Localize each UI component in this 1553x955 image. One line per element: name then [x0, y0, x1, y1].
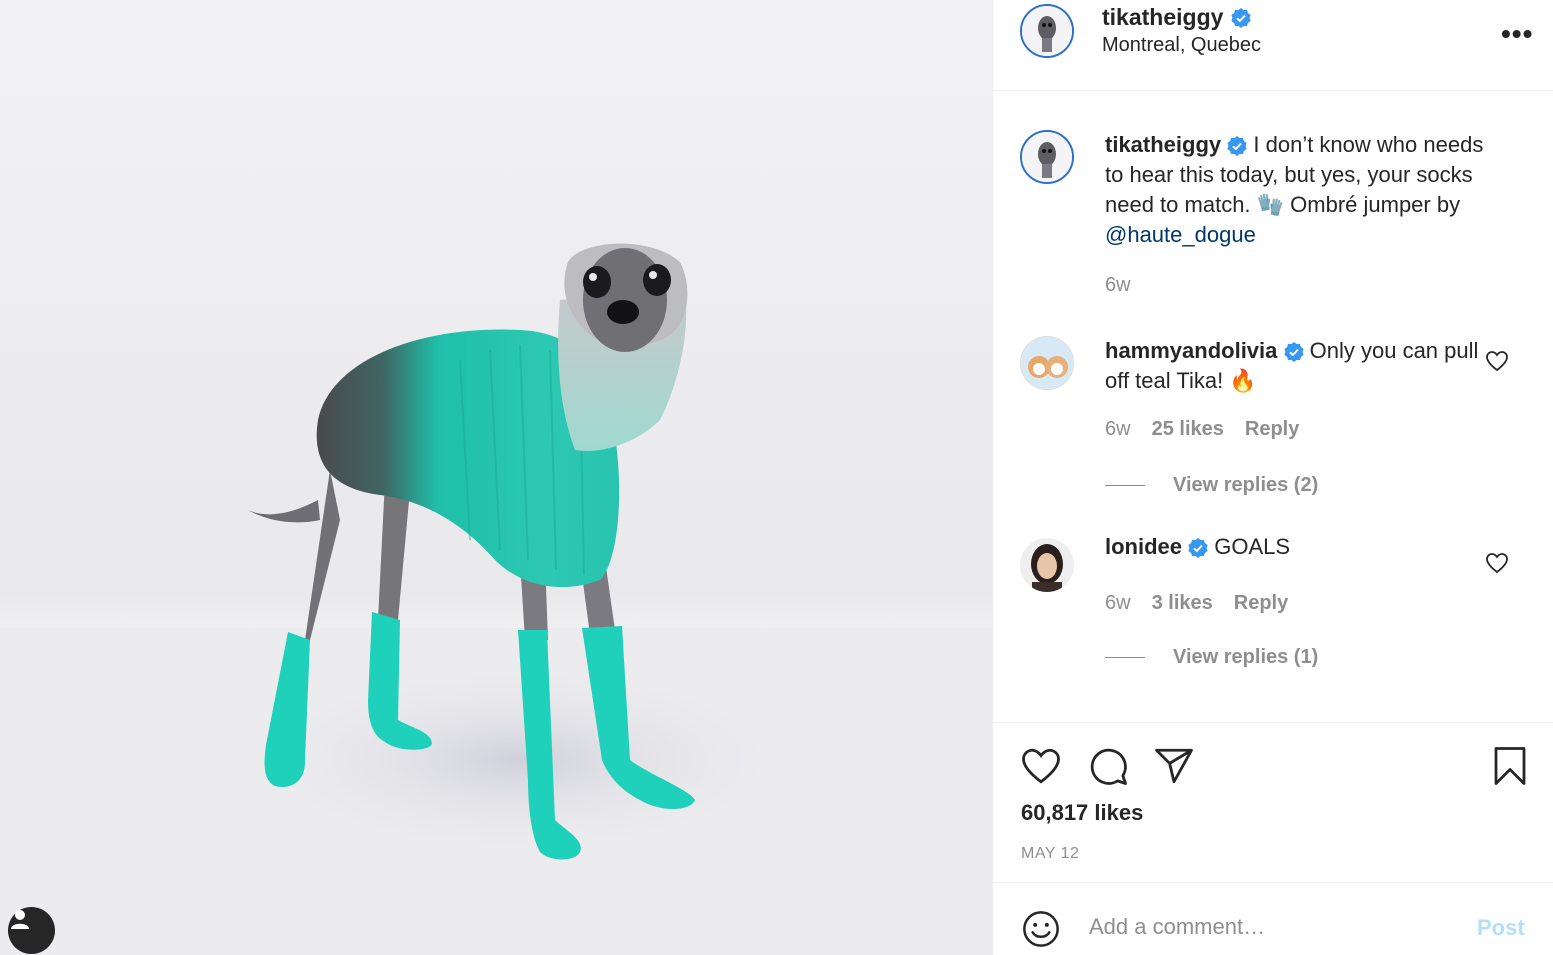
post-photo[interactable]	[0, 0, 992, 955]
reply-button[interactable]: Reply	[1245, 418, 1299, 441]
comment-meta: 6w 25 likes Reply	[1105, 418, 1299, 441]
dog-avatar-icon	[1022, 6, 1072, 56]
likes-count[interactable]: 60,817 likes	[1021, 800, 1143, 826]
caption-username[interactable]: tikatheiggy	[1105, 132, 1221, 157]
dog-photo-illustration	[0, 243, 992, 955]
emoji-smiley-icon[interactable]	[1021, 909, 1061, 949]
more-options-button[interactable]: •••	[1501, 18, 1533, 50]
caption-mention-link[interactable]: @haute_dogue	[1105, 222, 1256, 247]
post-date[interactable]: MAY 12	[1021, 845, 1079, 863]
reply-button[interactable]: Reply	[1234, 592, 1288, 615]
comment-age[interactable]: 6w	[1105, 592, 1131, 615]
view-replies-button[interactable]: View replies (1)	[1105, 646, 1318, 669]
like-heart-icon[interactable]	[1020, 745, 1062, 787]
view-replies-label: View replies (2)	[1173, 474, 1319, 496]
share-paper-plane-icon[interactable]	[1153, 745, 1195, 787]
commenter-avatar[interactable]	[1020, 538, 1074, 592]
verified-badge-icon	[1283, 342, 1304, 363]
author-username-row[interactable]: tikatheiggy	[1102, 4, 1252, 31]
comment-age[interactable]: 6w	[1105, 418, 1131, 441]
caption-avatar[interactable]	[1020, 130, 1074, 184]
add-comment-bar: Post	[993, 882, 1553, 955]
comment-text: GOALS	[1214, 534, 1291, 559]
post-location[interactable]: Montreal, Quebec	[1102, 34, 1261, 57]
view-replies-label: View replies (1)	[1173, 646, 1319, 668]
like-comment-heart-icon[interactable]	[1485, 551, 1509, 575]
comment-likes[interactable]: 3 likes	[1152, 592, 1213, 615]
verified-badge-icon	[1227, 136, 1247, 157]
verified-badge-icon	[1231, 7, 1252, 28]
caption-meta: 6w	[1105, 274, 1131, 297]
dog-avatar-icon	[1022, 132, 1072, 182]
user-icon	[11, 910, 29, 929]
comment-likes[interactable]: 25 likes	[1152, 418, 1224, 441]
save-bookmark-icon[interactable]	[1489, 745, 1531, 787]
comment-bubble-icon[interactable]	[1087, 745, 1129, 787]
verified-badge-icon	[1188, 538, 1208, 559]
comment-text-block: lonidee GOALS	[1105, 532, 1485, 562]
comment-text-block: hammyandolivia Only you can pull off tea…	[1105, 336, 1485, 396]
author-username[interactable]: tikatheiggy	[1102, 4, 1223, 31]
person-avatar-icon	[1020, 538, 1074, 592]
comments-list[interactable]: tikatheiggy I don’t know who needs to he…	[993, 92, 1553, 722]
post-comment-button[interactable]: Post	[1477, 915, 1525, 941]
caption-text-block: tikatheiggy I don’t know who needs to he…	[1105, 130, 1485, 250]
divider	[1105, 657, 1145, 658]
comment-meta: 6w 3 likes Reply	[1105, 592, 1288, 615]
author-avatar[interactable]	[1020, 4, 1074, 58]
commenter-avatar[interactable]	[1020, 336, 1074, 390]
comment-username[interactable]: hammyandolivia	[1105, 338, 1277, 363]
corgi-avatar-icon	[1021, 337, 1073, 389]
post-actions: 60,817 likes MAY 12	[993, 722, 1553, 882]
divider	[1105, 485, 1145, 486]
caption-age[interactable]: 6w	[1105, 274, 1131, 297]
comment-username[interactable]: lonidee	[1105, 534, 1182, 559]
tagged-users-button[interactable]	[8, 907, 55, 954]
view-replies-button[interactable]: View replies (2)	[1105, 474, 1318, 497]
add-comment-input[interactable]	[1089, 907, 1449, 947]
post-sidebar: tikatheiggy Montreal, Quebec ••• tikathe…	[992, 0, 1553, 955]
like-comment-heart-icon[interactable]	[1485, 349, 1509, 373]
post-header: tikatheiggy Montreal, Quebec •••	[993, 0, 1553, 91]
